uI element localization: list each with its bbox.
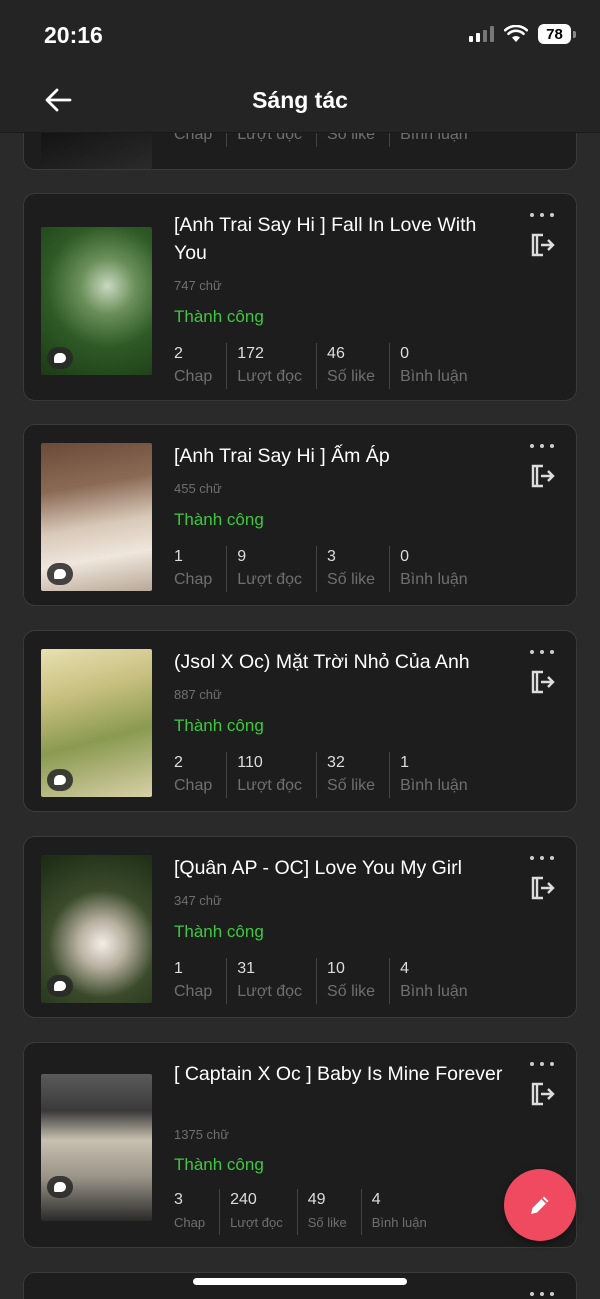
- export-icon[interactable]: [528, 231, 556, 259]
- more-horizontal-icon[interactable]: [530, 1289, 554, 1299]
- page-title: Sáng tác: [252, 87, 348, 113]
- story-card[interactable]: [23, 1272, 577, 1299]
- stat-label-comments: Bình luận: [400, 983, 468, 1000]
- compose-button[interactable]: [504, 1169, 576, 1241]
- comment-count: 4: [371, 1191, 381, 1208]
- story-cover[interactable]: [41, 855, 152, 1003]
- home-indicator: [193, 1278, 407, 1285]
- status-label: Thành công: [174, 1155, 264, 1174]
- stat-label-likes: Số like: [327, 571, 376, 588]
- status-label: Thành công: [174, 716, 264, 735]
- status-time: 20:16: [44, 22, 103, 48]
- stat-label-chap: Chap: [174, 983, 213, 1000]
- status-icons: 78: [469, 24, 576, 44]
- story-card[interactable]: (Jsol X Oc) Mặt Trời Nhỏ Của Anh 887 chữ…: [23, 630, 577, 812]
- like-count: 49: [307, 1191, 326, 1208]
- top-bar: 20:16 78 Sáng tác: [0, 0, 600, 133]
- stat-label-reads: Lượt đọc: [237, 983, 303, 1000]
- read-count: 110: [237, 754, 263, 771]
- wifi-icon: [504, 25, 528, 42]
- status-label: Thành công: [174, 922, 264, 941]
- chap-count: 2: [174, 754, 183, 771]
- story-stats: 3 Chap 240 Lượt đọc 49 Số like 4 Bình luận: [174, 1189, 451, 1235]
- export-icon[interactable]: [528, 1080, 556, 1108]
- like-count: 46: [327, 345, 345, 362]
- word-count: 347 chữ: [174, 893, 222, 908]
- comment-count: 0: [400, 345, 409, 362]
- stat-label-chap: Chap: [174, 777, 213, 794]
- read-count: 31: [237, 960, 256, 977]
- chat-bubble-icon: [47, 1176, 73, 1198]
- more-horizontal-icon[interactable]: [530, 1059, 554, 1069]
- comment-count: 4: [400, 960, 409, 977]
- stat-label-reads: Lượt đọc: [237, 571, 303, 588]
- read-count: 240: [230, 1191, 257, 1208]
- chat-bubble-icon: [47, 769, 73, 791]
- comment-count: 1: [400, 754, 409, 771]
- story-title[interactable]: [Anh Trai Say Hi ] Ấm Áp: [174, 442, 514, 470]
- stat-label-comments: Bình luận: [400, 777, 468, 794]
- export-icon[interactable]: [528, 462, 556, 490]
- stat-label-reads: Lượt đọc: [230, 1215, 283, 1230]
- story-cover[interactable]: [41, 227, 152, 375]
- story-title[interactable]: [Anh Trai Say Hi ] Fall In Love With You: [174, 211, 514, 267]
- story-stats: 2 Chap 110 Lượt đọc 32 Số like 1 Bình luận: [174, 752, 492, 798]
- chap-count: 2: [174, 345, 183, 362]
- stat-label-likes: Số like: [327, 368, 376, 385]
- more-horizontal-icon[interactable]: [530, 647, 554, 657]
- stat-label-reads: Lượt đọc: [237, 777, 303, 794]
- like-count: 10: [327, 960, 345, 977]
- stat-label-likes: Số like: [327, 983, 376, 1000]
- signal-icon: [469, 26, 494, 42]
- read-count: 172: [237, 345, 264, 362]
- story-title[interactable]: (Jsol X Oc) Mặt Trời Nhỏ Của Anh: [174, 648, 514, 676]
- chap-count: 1: [174, 548, 183, 565]
- story-card[interactable]: [Quân AP - OC] Love You My Girl 347 chữ …: [23, 836, 577, 1018]
- chat-bubble-icon: [47, 975, 73, 997]
- word-count: 1375 chữ: [174, 1127, 229, 1142]
- more-horizontal-icon[interactable]: [530, 210, 554, 220]
- story-title[interactable]: [Quân AP - OC] Love You My Girl: [174, 854, 514, 882]
- like-count: 3: [327, 548, 336, 565]
- story-card[interactable]: [Anh Trai Say Hi ] Ấm Áp 455 chữ Thành c…: [23, 424, 577, 606]
- stat-label-chap: Chap: [174, 1215, 206, 1230]
- stat-label-comments: Bình luận: [400, 368, 468, 385]
- pencil-icon: [531, 1196, 549, 1214]
- stat-label-comments: Bình luận: [400, 571, 468, 588]
- story-stats: 1 Chap 9 Lượt đọc 3 Số like 0 Bình luận: [174, 546, 492, 592]
- story-cover[interactable]: [41, 1074, 152, 1221]
- stat-label-comments: Bình luận: [371, 1215, 427, 1230]
- story-stats: 1 Chap 31 Lượt đọc 10 Số like 4 Bình luận: [174, 958, 492, 1004]
- stat-label-reads: Lượt đọc: [237, 368, 303, 385]
- stat-label-likes: Số like: [327, 777, 376, 794]
- word-count: 455 chữ: [174, 481, 222, 496]
- chap-count: 3: [174, 1191, 183, 1208]
- story-cover[interactable]: [41, 443, 152, 591]
- word-count: 887 chữ: [174, 687, 222, 702]
- chap-count: 1: [174, 960, 183, 977]
- more-horizontal-icon[interactable]: [530, 441, 554, 451]
- battery-icon: 78: [538, 24, 576, 44]
- story-cover[interactable]: [41, 649, 152, 797]
- read-count: 9: [237, 548, 247, 565]
- story-card[interactable]: [ Captain X Oc ] Baby Is Mine Forever 13…: [23, 1042, 577, 1248]
- comment-count: 0: [400, 548, 409, 565]
- story-card[interactable]: [Anh Trai Say Hi ] Fall In Love With You…: [23, 193, 577, 401]
- battery-level: 78: [538, 24, 571, 44]
- stat-label-chap: Chap: [174, 368, 213, 385]
- word-count: 747 chữ: [174, 278, 222, 293]
- status-label: Thành công: [174, 510, 264, 529]
- more-horizontal-icon[interactable]: [530, 853, 554, 863]
- export-icon[interactable]: [528, 874, 556, 902]
- chat-bubble-icon: [47, 347, 73, 369]
- like-count: 32: [327, 754, 345, 771]
- story-title[interactable]: [ Captain X Oc ] Baby Is Mine Forever: [174, 1060, 514, 1088]
- stat-label-chap: Chap: [174, 571, 213, 588]
- export-icon[interactable]: [528, 668, 556, 696]
- status-label: Thành công: [174, 307, 264, 326]
- stat-label-likes: Số like: [307, 1215, 347, 1230]
- chat-bubble-icon: [47, 563, 73, 585]
- story-stats: 2 Chap 172 Lượt đọc 46 Số like 0 Bình luận: [174, 343, 492, 389]
